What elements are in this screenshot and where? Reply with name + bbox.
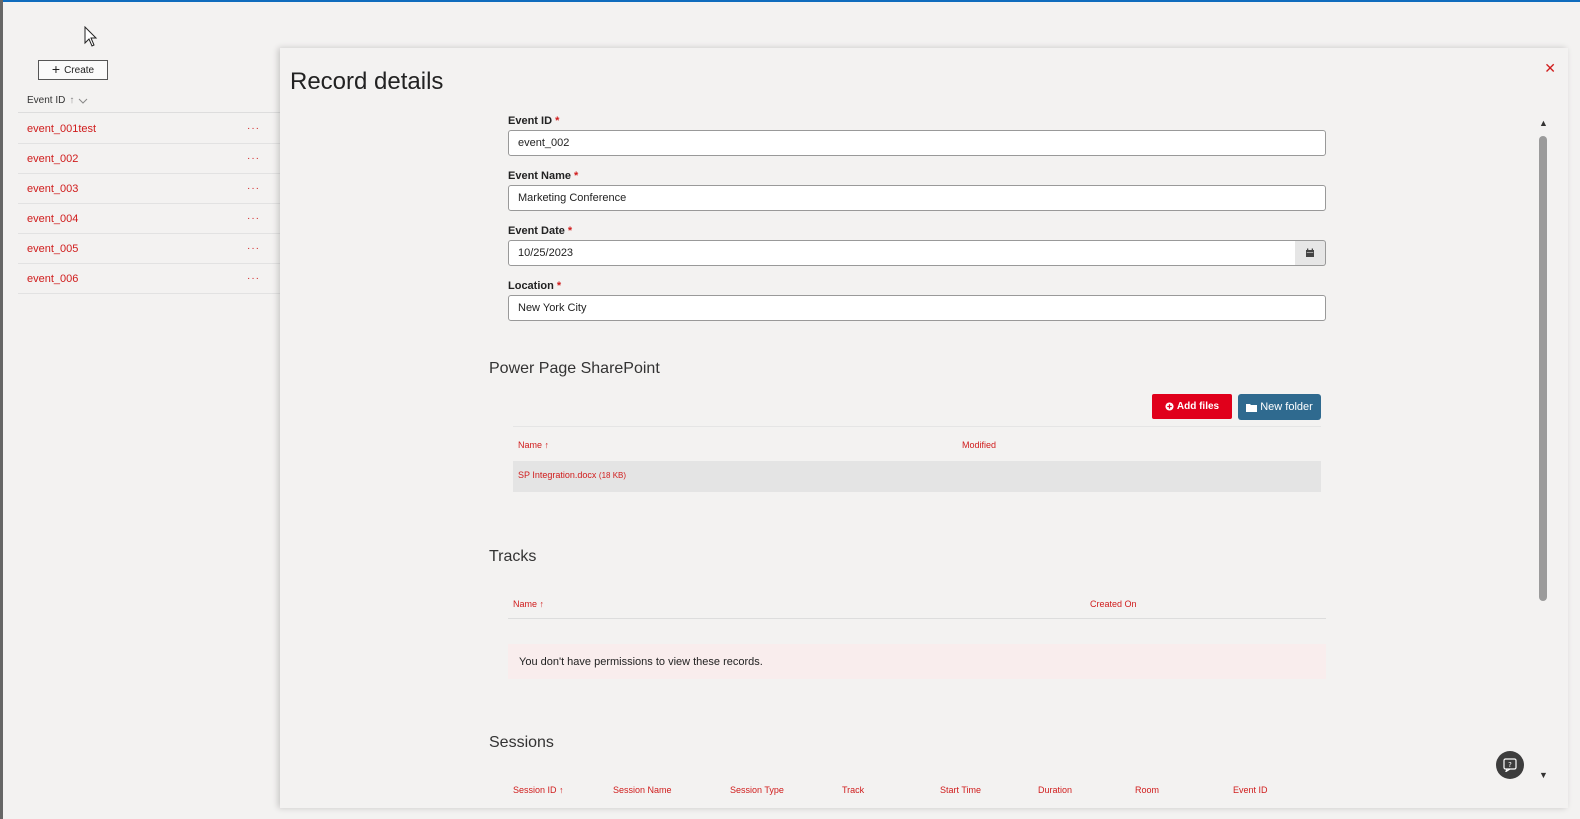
record-link[interactable]: event_001test: [27, 123, 96, 135]
sessions-col-session-name[interactable]: Session Name: [613, 785, 672, 795]
help-chat-button[interactable]: ?: [1496, 751, 1524, 779]
sessions-col-session-id[interactable]: Session ID ↑: [513, 785, 564, 795]
event-date-field[interactable]: 10/25/2023: [508, 240, 1296, 266]
required-mark: *: [555, 115, 560, 127]
location-field[interactable]: New York City: [508, 295, 1326, 321]
record-link[interactable]: event_003: [27, 183, 78, 195]
calendar-button[interactable]: [1295, 240, 1326, 266]
tracks-col-created[interactable]: Created On: [1090, 599, 1137, 609]
top-accent-bar: [0, 0, 1580, 2]
event-date-label-text: Event Date: [508, 225, 565, 237]
plus-icon: +: [51, 61, 61, 77]
sessions-col-session-type[interactable]: Session Type: [730, 785, 784, 795]
sessions-col-label: Session ID: [513, 785, 557, 795]
table-row: SP Integration.docx (18 KB): [513, 461, 1321, 492]
close-icon[interactable]: ✕: [1544, 60, 1556, 77]
file-name: SP Integration.docx: [518, 470, 597, 480]
sort-up-icon: ↑: [544, 440, 550, 450]
sessions-col-duration[interactable]: Duration: [1038, 785, 1072, 795]
permission-message: You don't have permissions to view these…: [508, 644, 1326, 679]
list-item: event_004 ···: [18, 204, 280, 234]
record-link[interactable]: event_002: [27, 153, 78, 165]
sessions-col-event-id[interactable]: Event ID: [1233, 785, 1268, 795]
sessions-section-title: Sessions: [489, 734, 554, 751]
tracks-table-header: Name ↑ Created On: [508, 588, 1326, 619]
sp-col-name[interactable]: Name ↑: [518, 440, 549, 450]
more-options-icon[interactable]: ···: [247, 273, 260, 284]
plus-circle-icon: [1165, 402, 1174, 411]
add-files-button[interactable]: Add files: [1152, 394, 1232, 419]
sort-up-icon: ↑: [559, 785, 564, 795]
column-header-label: Event ID: [27, 95, 66, 106]
list-item: event_002 ···: [18, 144, 280, 174]
file-size: (18 KB): [598, 471, 627, 480]
required-mark: *: [567, 225, 573, 237]
more-options-icon[interactable]: ···: [247, 153, 260, 164]
scroll-up-arrow-icon[interactable]: ▲: [1539, 118, 1548, 128]
required-mark: *: [574, 170, 579, 182]
tracks-col-name[interactable]: Name ↑: [513, 599, 544, 609]
chevron-down-icon[interactable]: [78, 97, 88, 105]
cursor-icon: [84, 26, 98, 47]
calendar-icon: [1306, 248, 1314, 257]
list-item: event_003 ···: [18, 174, 280, 204]
sharepoint-table-header: Name ↑ Modified: [513, 426, 1321, 461]
scroll-down-arrow-icon[interactable]: ▼: [1539, 770, 1548, 780]
required-mark: *: [556, 280, 562, 292]
create-button[interactable]: + Create: [38, 60, 108, 80]
location-label-text: Location: [508, 280, 554, 292]
sp-col-modified[interactable]: Modified: [962, 440, 996, 450]
left-window-edge: [0, 0, 3, 819]
sort-up-icon: ↑: [539, 599, 545, 609]
new-folder-button[interactable]: New folder: [1238, 394, 1321, 420]
list-item: event_006 ···: [18, 264, 280, 294]
record-details-panel: Record details ✕ Event ID * event_002 Ev…: [280, 48, 1568, 808]
tracks-col-name-label: Name: [513, 599, 538, 609]
sort-up-icon: ↑: [69, 95, 75, 106]
list-column-header[interactable]: Event ID ↑: [18, 89, 280, 113]
add-files-label: Add files: [1176, 401, 1220, 412]
event-id-label-text: Event ID: [508, 115, 553, 127]
more-options-icon[interactable]: ···: [247, 183, 260, 194]
event-date-label: Event Date *: [508, 225, 572, 237]
more-options-icon[interactable]: ···: [247, 213, 260, 224]
event-id-label: Event ID *: [508, 115, 559, 127]
scrollbar-thumb[interactable]: [1539, 136, 1547, 601]
record-link[interactable]: event_004: [27, 213, 78, 225]
record-link[interactable]: event_006: [27, 273, 78, 285]
event-name-label-text: Event Name: [508, 170, 571, 182]
help-chat-icon: ?: [1503, 758, 1517, 772]
file-link[interactable]: SP Integration.docx (18 KB): [518, 470, 626, 480]
new-folder-label: New folder: [1260, 401, 1313, 413]
more-options-icon[interactable]: ···: [247, 123, 260, 134]
event-id-field[interactable]: event_002: [508, 130, 1326, 156]
event-name-field[interactable]: Marketing Conference: [508, 185, 1326, 211]
sessions-col-start-time[interactable]: Start Time: [940, 785, 981, 795]
records-list: event_001test ··· event_002 ··· event_00…: [18, 114, 280, 294]
create-label: Create: [64, 64, 95, 76]
more-options-icon[interactable]: ···: [247, 243, 260, 254]
panel-title: Record details: [290, 68, 444, 95]
record-link[interactable]: event_005: [27, 243, 78, 255]
sessions-col-room[interactable]: Room: [1135, 785, 1159, 795]
list-item: event_001test ···: [18, 114, 280, 144]
sharepoint-section-title: Power Page SharePoint: [489, 360, 660, 377]
tracks-section-title: Tracks: [489, 548, 537, 565]
location-label: Location *: [508, 280, 561, 292]
list-item: event_005 ···: [18, 234, 280, 264]
event-name-label: Event Name *: [508, 170, 578, 182]
sp-col-name-label: Name: [518, 440, 543, 450]
svg-text:?: ?: [1508, 761, 1512, 769]
sessions-col-track[interactable]: Track: [842, 785, 864, 795]
folder-icon: [1246, 403, 1258, 412]
